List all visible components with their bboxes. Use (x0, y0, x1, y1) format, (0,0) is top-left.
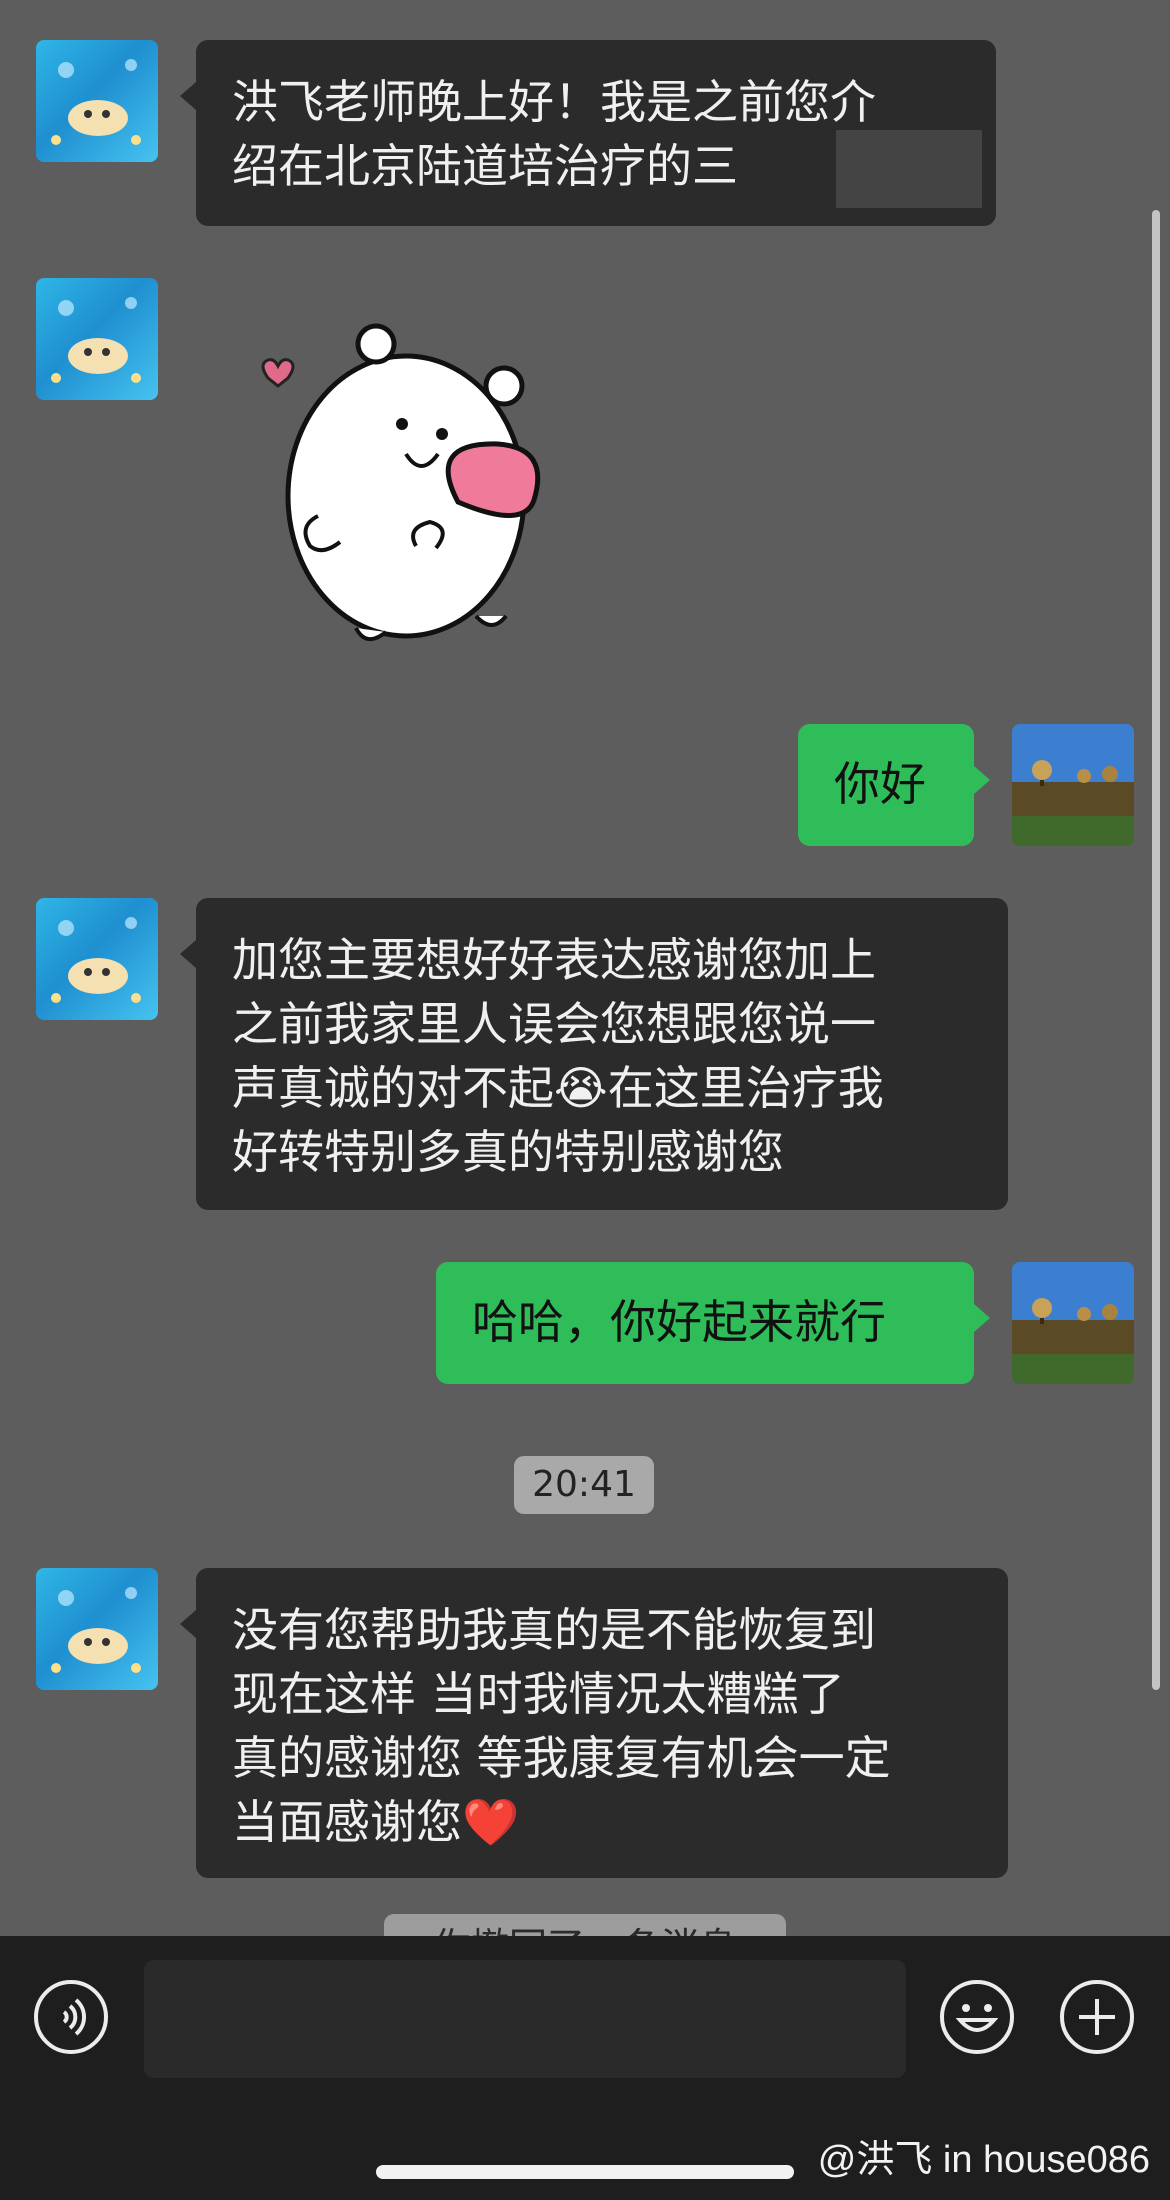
message-text: 当面感谢您❤️ (232, 1795, 520, 1849)
emoji-button[interactable] (940, 1980, 1014, 2054)
message-text: 没有您帮助我真的是不能恢复到 (232, 1603, 876, 1657)
redaction-block (836, 130, 982, 208)
watermark-text: @洪飞 in house086 (817, 2139, 1150, 2181)
message-bubble-incoming[interactable]: 没有您帮助我真的是不能恢复到 现在这样 当时我情况太糟糕了 真的感谢您 等我康复… (180, 1568, 1008, 1878)
contact-avatar[interactable] (36, 898, 158, 1020)
message-text: 真的感谢您 等我康复有机会一定 (232, 1731, 891, 1785)
contact-avatar[interactable] (36, 278, 158, 400)
message-text: 加您主要想好好表达感谢您加上 (232, 933, 876, 987)
message-text: 你好 (834, 757, 926, 811)
home-indicator[interactable] (376, 2165, 794, 2179)
voice-button[interactable] (34, 1980, 108, 2054)
more-button[interactable] (1060, 1980, 1134, 2054)
landscape-avatar-icon (1012, 724, 1134, 846)
timestamp: 20:41 (514, 1456, 654, 1514)
scrollbar[interactable] (1152, 210, 1160, 1690)
avatar-illustration-icon (51, 59, 141, 145)
message-text: 好转特别多真的特别感谢您 (232, 1125, 784, 1179)
message-text: 声真诚的对不起😭在这里治疗我 (232, 1061, 884, 1115)
my-avatar[interactable] (1012, 724, 1134, 846)
message-bubble-incoming[interactable]: 加您主要想好好表达感谢您加上 之前我家里人误会您想跟您说一 声真诚的对不起😭在这… (180, 898, 1008, 1210)
contact-avatar[interactable] (36, 1568, 158, 1690)
message-bubble-incoming[interactable]: 洪飞老师晚上好！我是之前您介 绍在北京陆道培治疗的三 (180, 40, 996, 226)
my-avatar[interactable] (1012, 1262, 1134, 1384)
message-text: 现在这样 当时我情况太糟糕了 (232, 1667, 845, 1721)
message-text: 洪飞老师晚上好！我是之前您介 (232, 75, 876, 129)
bear-heart-sticker[interactable] (246, 316, 566, 656)
voice-icon (62, 1998, 87, 2036)
avatar-illustration-icon (51, 297, 141, 383)
avatar-illustration-icon (51, 917, 141, 1003)
avatar-illustration-icon (51, 1587, 141, 1673)
message-bubble-outgoing[interactable]: 你好 (798, 724, 990, 846)
message-bubble-outgoing[interactable]: 哈哈，你好起来就行 (436, 1262, 990, 1384)
contact-avatar[interactable] (36, 40, 158, 162)
message-text: 之前我家里人误会您想跟您说一 (232, 997, 876, 1051)
plus-icon (1079, 1999, 1115, 2035)
emoji-icon (955, 2004, 999, 2032)
message-input[interactable] (144, 1960, 906, 2078)
landscape-avatar-icon (1012, 1262, 1134, 1384)
message-text: 哈哈，你好起来就行 (472, 1295, 886, 1349)
